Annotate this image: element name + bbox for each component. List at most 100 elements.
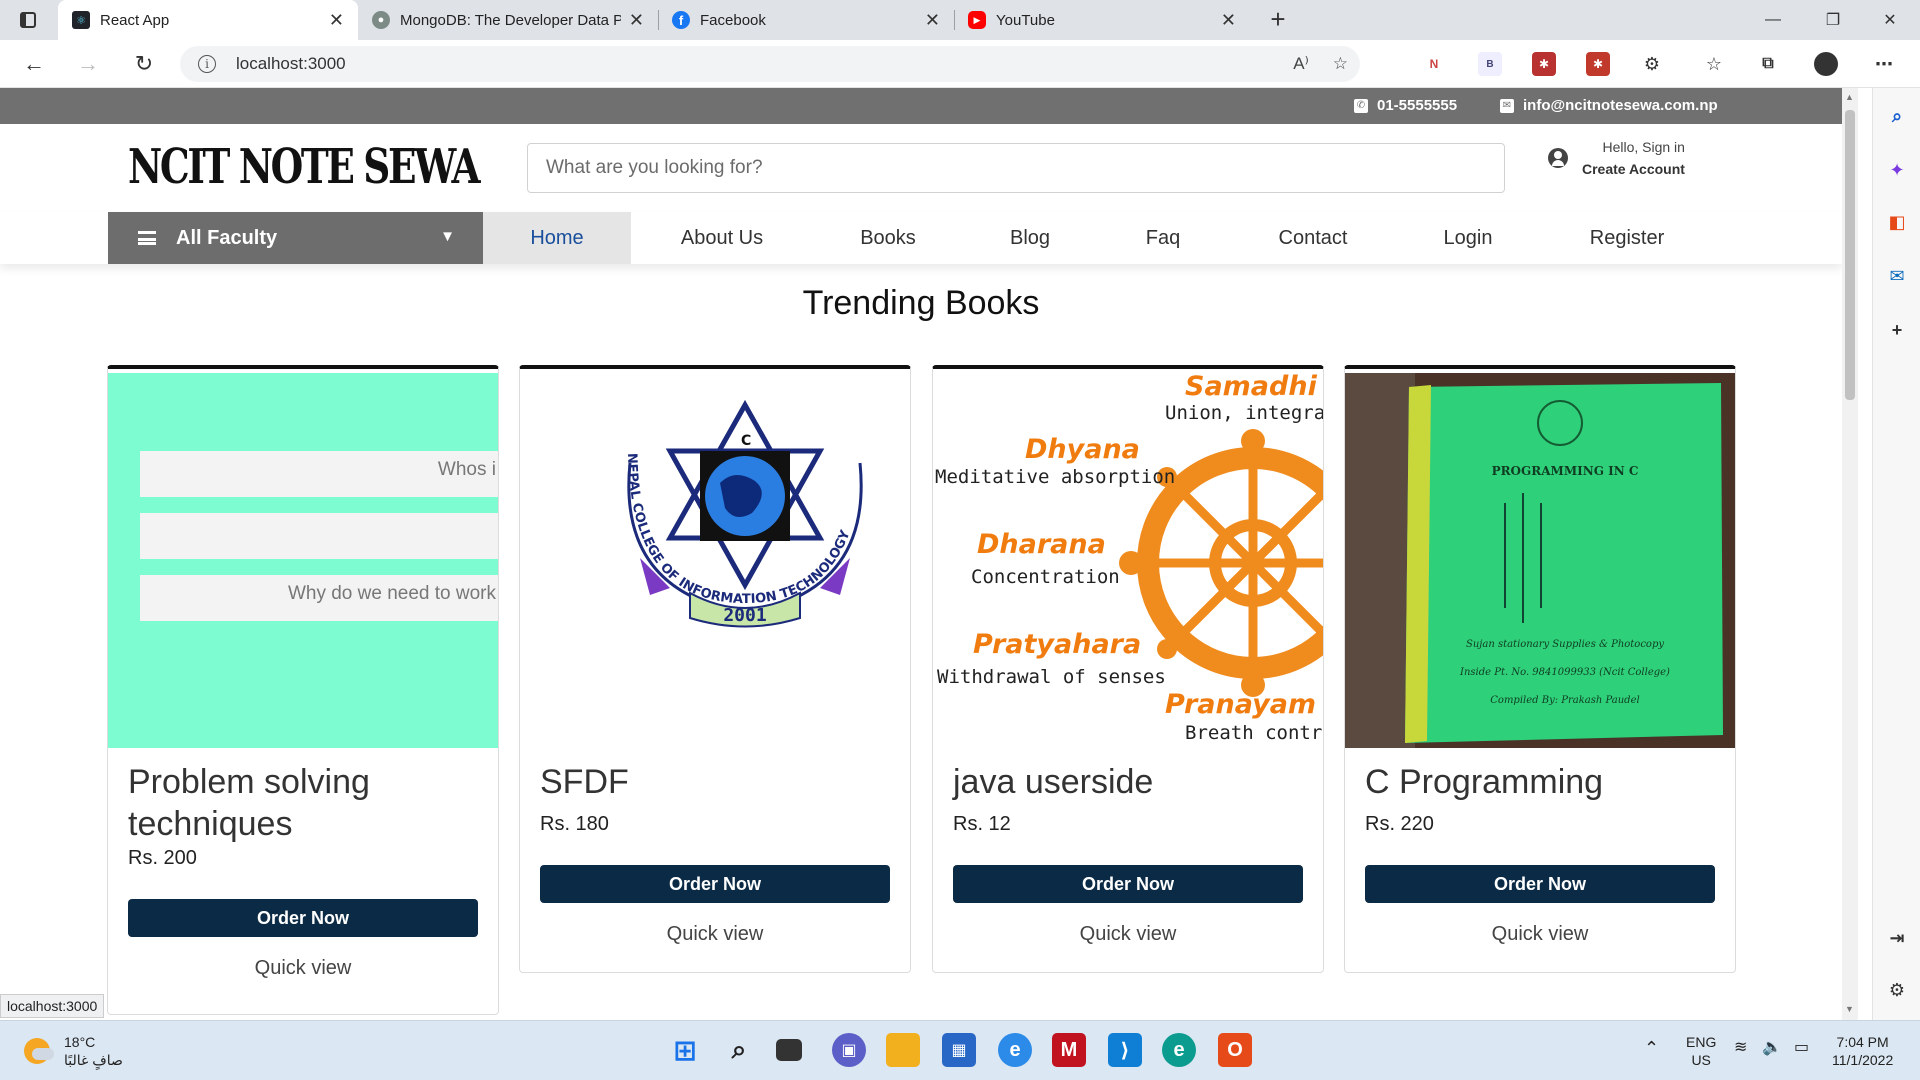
nav-books[interactable]: Books <box>828 212 948 264</box>
language-indicator[interactable]: ENG US <box>1686 1033 1716 1069</box>
collections-icon[interactable]: ⧉ <box>1756 52 1780 76</box>
search-icon[interactable]: ⌕ <box>1885 104 1909 128</box>
mcafee-icon[interactable]: M <box>1052 1033 1086 1067</box>
new-tab-plus-icon[interactable]: + <box>1262 4 1294 35</box>
add-sidebar-plus-icon[interactable]: + <box>1885 318 1909 342</box>
battery-icon[interactable]: ▭ <box>1794 1039 1809 1057</box>
nav-login[interactable]: Login <box>1418 212 1518 264</box>
address-bar[interactable]: i localhost:3000 A⁾ ☆ <box>180 46 1360 82</box>
office-icon[interactable]: ◧ <box>1885 210 1909 234</box>
extension-b-icon[interactable]: B <box>1478 52 1502 76</box>
extension-red-icon[interactable]: ✱ <box>1532 52 1556 76</box>
order-now-button[interactable]: Order Now <box>128 899 478 937</box>
close-tab-icon[interactable]: ✕ <box>1221 10 1236 31</box>
email-contact[interactable]: ✉ info@ncitnotesewa.com.np <box>1500 97 1718 114</box>
read-aloud-icon[interactable]: A⁾ <box>1293 54 1309 74</box>
book-cover-image[interactable]: Whos i Why do we need to work <box>108 373 498 748</box>
close-tab-icon[interactable]: ✕ <box>329 10 344 31</box>
task-view-icon[interactable] <box>776 1039 802 1061</box>
book-cover-image[interactable]: Samadhi Dhyana Dharana Pratyahara Pranay… <box>933 373 1323 748</box>
taskbar-search-icon[interactable]: ⌕ <box>722 1033 756 1067</box>
chevron-down-icon: ▼ <box>440 228 455 245</box>
nav-faq[interactable]: Faq <box>1113 212 1213 264</box>
wifi-icon[interactable]: ≋ <box>1734 1039 1747 1057</box>
phone-number: 01-5555555 <box>1377 97 1458 114</box>
windows-start-icon[interactable]: ⊞ <box>668 1033 702 1067</box>
extension-red2-icon[interactable]: ✱ <box>1586 52 1610 76</box>
scrollbar-thumb[interactable] <box>1845 110 1855 400</box>
site-logo[interactable]: NCIT NOTE SEWA <box>128 132 490 202</box>
window-close-icon[interactable]: ✕ <box>1862 0 1918 40</box>
phone-icon: ✆ <box>1354 98 1368 113</box>
restore-icon[interactable]: ❐ <box>1805 0 1861 40</box>
close-tab-icon[interactable]: ✕ <box>629 10 644 31</box>
profile-avatar[interactable] <box>1814 52 1838 76</box>
copilot-icon[interactable]: ✦ <box>1885 158 1909 182</box>
order-now-button[interactable]: Order Now <box>1365 865 1715 903</box>
edge-beta-icon[interactable]: e <box>998 1033 1032 1067</box>
favorites-icon[interactable]: ☆ <box>1702 52 1726 76</box>
book-cover-line: Sujan stationary Supplies & Photocopy <box>1466 639 1664 650</box>
search-input[interactable] <box>527 143 1505 193</box>
office-app-icon[interactable]: O <box>1218 1033 1252 1067</box>
book-cover-image[interactable]: C 2001 NEPAL COLLEGE OF INFORMATION TECH… <box>520 373 910 748</box>
quick-view-link[interactable]: Quick view <box>933 923 1323 946</box>
order-now-button[interactable]: Order Now <box>540 865 890 903</box>
refresh-icon[interactable]: ↻ <box>126 48 162 80</box>
book-price: Rs. 220 <box>1365 813 1434 835</box>
order-now-button[interactable]: Order Now <box>953 865 1303 903</box>
tab-title: YouTube <box>996 11 1055 29</box>
teams-chat-icon[interactable]: ▣ <box>832 1033 866 1067</box>
quick-view-link[interactable]: Quick view <box>108 957 498 980</box>
language-code: ENG <box>1686 1034 1717 1050</box>
tab-facebook[interactable]: f Facebook ✕ <box>658 0 954 40</box>
file-explorer-icon[interactable] <box>886 1033 920 1067</box>
book-card: Samadhi Dhyana Dharana Pratyahara Pranay… <box>932 365 1324 973</box>
tab-youtube[interactable]: ▶ YouTube ✕ <box>954 0 1250 40</box>
book-title[interactable]: SFDF <box>540 761 629 803</box>
page-scrollbar[interactable]: ▲ ▼ <box>1842 88 1858 1020</box>
book-cover-image[interactable]: PROGRAMMING IN C Sujan stationary Suppli… <box>1345 373 1735 748</box>
forward-arrow-icon[interactable]: → <box>70 48 106 80</box>
nav-blog[interactable]: Blog <box>980 212 1080 264</box>
extensions-puzzle-icon[interactable]: ⚙ <box>1640 52 1664 76</box>
book-title[interactable]: Problem solving techniques <box>128 761 488 845</box>
outlook-icon[interactable]: ✉ <box>1885 264 1909 288</box>
edge-browser-icon[interactable]: e <box>1162 1033 1196 1067</box>
volume-icon[interactable]: 🔈 <box>1762 1039 1782 1057</box>
nav-about-us[interactable]: About Us <box>660 212 784 264</box>
clock[interactable]: 7:04 PM 11/1/2022 <box>1832 1033 1893 1069</box>
tab-mongodb[interactable]: ● MongoDB: The Developer Data P ✕ <box>358 0 658 40</box>
greeting-text: Hello, Sign in <box>1602 139 1685 155</box>
scroll-down-icon[interactable]: ▼ <box>1845 1004 1854 1014</box>
minimize-icon[interactable]: — <box>1745 0 1801 40</box>
site-info-icon[interactable]: i <box>198 55 216 73</box>
quick-view-link[interactable]: Quick view <box>1345 923 1735 946</box>
vscode-icon[interactable]: ⟩ <box>1108 1033 1142 1067</box>
create-account-link[interactable]: Create Account <box>1582 161 1685 177</box>
back-arrow-icon[interactable]: ← <box>16 48 52 80</box>
faculty-dropdown[interactable]: All Faculty ▼ <box>108 212 483 264</box>
book-title[interactable]: java userside <box>953 761 1153 803</box>
more-menu-icon[interactable]: ⋯ <box>1872 52 1896 76</box>
book-card: Whos i Why do we need to work Problem so… <box>107 365 499 1015</box>
sidebar-settings-gear-icon[interactable]: ⚙ <box>1885 978 1909 1002</box>
quick-view-link[interactable]: Quick view <box>520 923 910 946</box>
microsoft-store-icon[interactable]: ▦ <box>942 1033 976 1067</box>
extension-n-icon[interactable]: N <box>1422 52 1446 76</box>
close-tab-icon[interactable]: ✕ <box>925 10 940 31</box>
c-programming-book-photo: PROGRAMMING IN C Sujan stationary Suppli… <box>1345 373 1735 748</box>
scroll-up-icon[interactable]: ▲ <box>1845 92 1854 102</box>
hide-sidebar-icon[interactable]: ⇥ <box>1885 926 1909 950</box>
tab-actions-icon[interactable] <box>10 6 46 34</box>
tab-react-app[interactable]: ⚛ React App ✕ <box>58 0 358 40</box>
nav-contact[interactable]: Contact <box>1253 212 1373 264</box>
nav-register[interactable]: Register <box>1567 212 1687 264</box>
show-hidden-icons-chevron-icon[interactable]: ⌃ <box>1644 1039 1659 1057</box>
account-link[interactable]: Hello, Sign in Create Account <box>1548 136 1685 180</box>
nav-home[interactable]: Home <box>483 212 631 264</box>
book-title[interactable]: C Programming <box>1365 761 1603 803</box>
weather-widget[interactable]: 18°C صافٍ غالبًا <box>24 1033 123 1069</box>
phone-contact[interactable]: ✆ 01-5555555 <box>1354 97 1457 114</box>
add-favorite-icon[interactable]: ☆ <box>1333 54 1348 74</box>
